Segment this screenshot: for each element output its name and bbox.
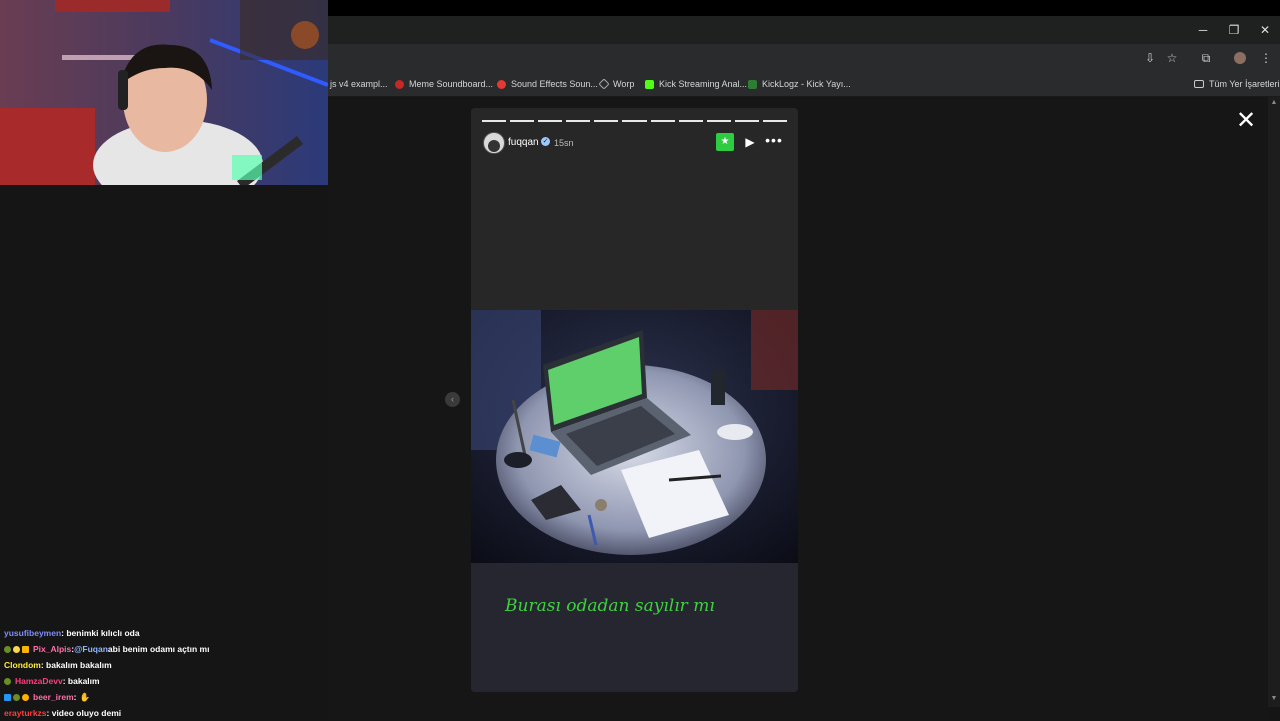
all-bookmarks-folder[interactable]: Tüm Yer İşaretleri	[1194, 76, 1280, 92]
browser-title-bar	[328, 16, 1280, 44]
restore-button[interactable]: ❐	[1219, 16, 1249, 44]
bookmark-item[interactable]: Worp	[598, 76, 635, 92]
chat-text: : bakalım bakalım	[40, 660, 112, 670]
story-progress-segment	[482, 120, 507, 122]
story-viewer-page	[328, 97, 1268, 720]
story-progress-segment	[510, 120, 535, 122]
story-progress-segment	[622, 120, 647, 122]
address-bar[interactable]	[328, 47, 1128, 69]
stream-chat: yusufibeymen : benimki kılıclı oda Pix_A…	[4, 625, 324, 721]
chat-message: beer_irem : ✋	[4, 689, 324, 705]
story-progress-segment	[706, 120, 731, 122]
scroll-up-icon[interactable]: ▲	[1270, 99, 1278, 107]
meme-soundboard-icon	[395, 79, 404, 89]
chat-mention: @Fuqan	[74, 644, 108, 654]
browser-menu-icon[interactable]: ⋮	[1256, 48, 1276, 68]
scrollbar[interactable]	[1268, 97, 1280, 707]
bookmark-label: Kick Streaming Anal...	[659, 79, 748, 89]
chat-text: abi benim odamı açtın mı	[107, 644, 210, 654]
badge-icon	[22, 645, 29, 653]
webcam-overlay	[0, 0, 328, 185]
story-timestamp: 15sn	[554, 138, 574, 148]
bookmark-label: js v4 exampl...	[330, 79, 388, 89]
verified-badge-icon: ✓	[541, 137, 550, 146]
bookmark-star-icon[interactable]: ☆	[1162, 48, 1182, 68]
worp-icon	[598, 78, 610, 90]
badge-icon	[4, 645, 11, 653]
bookmark-label: Sound Effects Soun...	[511, 79, 598, 89]
bookmark-item[interactable]: Kick Streaming Anal...	[645, 76, 747, 92]
bookmark-label: Worp	[613, 79, 635, 89]
kicklogz-icon	[748, 79, 757, 89]
chat-message: erayturkzs : video oluyo demi	[4, 705, 324, 721]
story-photo	[471, 310, 798, 563]
minimize-button[interactable]: ─	[1188, 16, 1218, 44]
profile-avatar[interactable]	[1230, 48, 1250, 68]
scroll-down-icon[interactable]: ▼	[1270, 695, 1278, 703]
story-username[interactable]: fuqqan	[508, 137, 539, 148]
chat-message: yusufibeymen : benimki kılıclı oda	[4, 625, 324, 641]
extensions-icon[interactable]: ⧉	[1196, 48, 1216, 68]
story-progress-segment	[650, 120, 675, 122]
avatar[interactable]	[483, 132, 505, 154]
previous-story-icon[interactable]: ‹	[445, 392, 460, 407]
close-window-button[interactable]: ✕	[1250, 16, 1280, 44]
story-caption-area	[471, 563, 798, 692]
badge-icon	[4, 677, 11, 685]
story-progress-segment	[762, 120, 787, 122]
badge-icon	[13, 693, 20, 701]
chat-username: beer_irem	[33, 692, 74, 702]
all-bookmarks-label: Tüm Yer İşaretleri	[1209, 79, 1280, 89]
story-progress-segment	[538, 120, 563, 122]
chat-username: Pix_Alpis	[33, 644, 72, 654]
chat-message: Pix_Alpis : @Fuqan abi benim odamı açtın…	[4, 641, 324, 657]
bookmark-item[interactable]: Sound Effects Soun...	[497, 76, 598, 92]
bookmark-item[interactable]: Meme Soundboard...	[395, 76, 493, 92]
chat-username: Clondom	[4, 660, 41, 670]
chat-username: erayturkzs	[4, 708, 47, 718]
story-progress-segment	[678, 120, 703, 122]
story-card[interactable]: fuqqan ✓ 15sn ★ ▶ ••• Burası odadan sayı…	[471, 108, 798, 692]
sound-effects-icon	[497, 79, 506, 89]
play-pause-icon[interactable]: ▶	[743, 134, 757, 150]
chat-text: :	[73, 692, 77, 702]
kick-analytics-icon	[645, 79, 654, 89]
badge-icon	[4, 693, 11, 701]
chat-message: Clondom : bakalım bakalım	[4, 657, 324, 673]
close-story-icon[interactable]: ✕	[1234, 109, 1258, 134]
install-app-icon[interactable]: ⇩	[1140, 48, 1160, 68]
story-caption: Burası odadan sayılır mı	[505, 596, 715, 616]
story-progress-segment	[566, 120, 591, 122]
bookmark-item[interactable]: KickLogz - Kick Yayı...	[748, 76, 851, 92]
bookmark-item[interactable]: js v4 exampl...	[330, 76, 388, 92]
folder-icon	[1194, 80, 1204, 88]
bookmark-label: KickLogz - Kick Yayı...	[762, 79, 851, 89]
story-progress-segment	[734, 120, 759, 122]
badge-icon	[22, 693, 29, 701]
more-options-icon[interactable]: •••	[765, 133, 783, 150]
bookmark-label: Meme Soundboard...	[409, 79, 494, 89]
badge-icon	[13, 645, 20, 653]
chat-text: : bakalım	[62, 676, 100, 686]
chat-username: yusufibeymen	[4, 628, 62, 638]
chat-text: : video oluyo demi	[46, 708, 122, 718]
chat-username: HamzaDevv	[15, 676, 63, 686]
chat-text: : benimki kılıclı oda	[61, 628, 140, 638]
chat-emote: ✋	[79, 691, 91, 702]
kick-star-button[interactable]: ★	[716, 133, 734, 151]
chat-message: HamzaDevv : bakalım	[4, 673, 324, 689]
story-progress-segment	[594, 120, 619, 122]
